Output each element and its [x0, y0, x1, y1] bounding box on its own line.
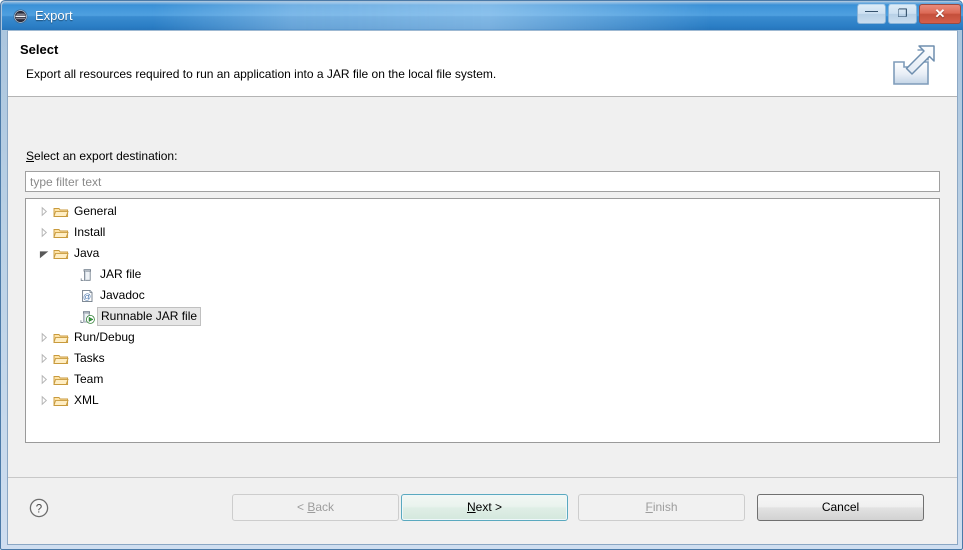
back-button-prefix: <	[296, 500, 308, 514]
maximize-icon: ❐	[897, 8, 908, 20]
runnable-jar-icon	[80, 311, 95, 324]
chevron-right-icon[interactable]	[36, 369, 52, 390]
tree-item[interactable]: Tasks	[26, 348, 939, 369]
page-title: Select	[20, 42, 59, 57]
close-icon: ✕	[934, 6, 946, 21]
tree-leaf-spacer	[62, 306, 78, 327]
dialog-client-area: Select Export all resources required to …	[7, 30, 958, 545]
chevron-right-icon[interactable]	[36, 390, 52, 411]
tree-item-label: XML	[74, 393, 99, 407]
tree-item-label: Javadoc	[100, 288, 145, 302]
folder-icon	[53, 208, 69, 218]
destination-label: Select an export destination:	[26, 149, 177, 163]
dialog-button-bar: ? < Back Next > Finish Cancel	[8, 477, 957, 544]
close-button[interactable]: ✕	[919, 4, 961, 24]
folder-icon	[53, 355, 69, 365]
tree-leaf-spacer	[62, 264, 78, 285]
chevron-right-icon[interactable]	[36, 327, 52, 348]
maximize-button[interactable]: ❐	[888, 4, 917, 24]
tree-item-label: Run/Debug	[74, 330, 135, 344]
chevron-right-icon[interactable]	[36, 348, 52, 369]
tree-item-label: JAR file	[100, 267, 142, 281]
destination-label-rest: elect an export destination:	[34, 149, 178, 163]
minimize-icon: —	[865, 3, 878, 18]
wizard-page-content: Select an export destination: General In…	[8, 97, 957, 478]
tree-leaf-spacer	[62, 285, 78, 306]
tree-item[interactable]: Java	[26, 243, 939, 264]
export-tray-arrow-icon	[893, 45, 935, 85]
next-button-suffix: ext >	[475, 500, 503, 514]
tree-item[interactable]: XML	[26, 390, 939, 411]
back-button[interactable]: < Back	[232, 494, 399, 521]
folder-icon	[53, 376, 69, 386]
folder-icon	[53, 250, 69, 260]
tree-item-label: Runnable JAR file	[97, 307, 202, 326]
cancel-button-label: Cancel	[821, 500, 860, 514]
chevron-right-icon[interactable]	[36, 201, 52, 222]
next-button[interactable]: Next >	[401, 494, 568, 521]
tree-item[interactable]: General	[26, 201, 939, 222]
titlebar-reflection	[152, 2, 712, 30]
wizard-banner: Select Export all resources required to …	[8, 31, 957, 97]
tree-item[interactable]: Team	[26, 369, 939, 390]
page-description: Export all resources required to run an …	[26, 67, 497, 81]
folder-icon	[53, 334, 69, 344]
tree-item[interactable]: Run/Debug	[26, 327, 939, 348]
finish-button-mnemonic: F	[645, 500, 653, 514]
jar-file-icon	[80, 269, 91, 282]
chevron-right-icon[interactable]	[36, 222, 52, 243]
finish-button-suffix: inish	[652, 500, 678, 514]
destination-label-mnemonic: S	[26, 149, 35, 163]
help-question-icon[interactable]: ?	[29, 498, 49, 518]
eclipse-sphere-icon	[13, 9, 28, 24]
next-button-mnemonic: N	[466, 500, 476, 514]
folder-icon	[53, 397, 69, 407]
tree-item-label: General	[74, 204, 117, 218]
finish-button[interactable]: Finish	[578, 494, 745, 521]
filter-input[interactable]	[25, 171, 940, 192]
titlebar-sheen	[2, 2, 963, 5]
cancel-button[interactable]: Cancel	[757, 494, 924, 521]
tree-item-label: Team	[74, 372, 104, 386]
chevron-down-icon[interactable]	[36, 243, 52, 264]
tree-item[interactable]: JAR file	[26, 264, 939, 285]
tree-item[interactable]: Runnable JAR file	[26, 306, 939, 327]
minimize-button[interactable]: —	[857, 4, 886, 24]
export-destination-tree[interactable]: General Install Java JAR file @ Javadoc R…	[25, 198, 940, 443]
tree-item-label: Install	[74, 225, 106, 239]
window-title: Export	[35, 8, 73, 23]
javadoc-icon: @	[82, 289, 93, 303]
tree-item-label: Java	[74, 246, 100, 260]
tree-item[interactable]: Install	[26, 222, 939, 243]
svg-text:?: ?	[36, 503, 42, 515]
svg-text:@: @	[83, 292, 91, 301]
title-bar[interactable]: Export — ❐ ✕	[2, 2, 963, 30]
tree-item-label: Tasks	[74, 351, 105, 365]
folder-icon	[53, 229, 69, 239]
back-button-suffix: ack	[315, 500, 335, 514]
tree-item[interactable]: @ Javadoc	[26, 285, 939, 306]
export-dialog-window: Export — ❐ ✕ Select Export all resources…	[0, 0, 963, 550]
